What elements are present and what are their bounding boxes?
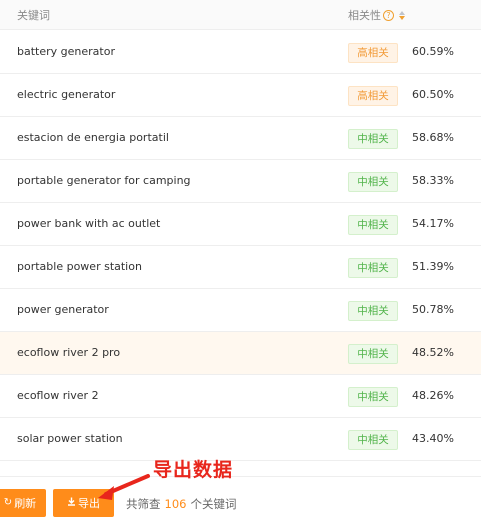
relevance-percent: 54.17%	[412, 217, 454, 230]
help-circle-icon[interactable]: ?	[383, 9, 394, 21]
relevance-badge: 中相关	[348, 172, 398, 192]
relevance-badge: 中相关	[348, 258, 398, 278]
export-data-annotation: 导出数据	[153, 459, 234, 481]
relevance-badge: 中相关	[348, 430, 398, 450]
keyword-cell: ecoflow river 2	[17, 389, 99, 402]
relevance-column-label: 相关性	[348, 9, 381, 22]
refresh-button-label: 刷新	[14, 497, 37, 510]
table-row[interactable]: ecoflow river 2 pro 中相关 48.52%	[0, 332, 481, 375]
refresh-icon: ↻	[3, 497, 13, 508]
relevance-percent: 51.39%	[412, 260, 454, 273]
download-icon	[67, 497, 76, 509]
relevance-column-header[interactable]: 相关性 ?	[348, 7, 405, 23]
relevance-badge: 中相关	[348, 387, 398, 407]
annotation-arrow-icon	[98, 474, 150, 500]
keyword-cell: power bank with ac outlet	[17, 217, 161, 230]
relevance-percent: 43.40%	[412, 432, 454, 445]
relevance-percent: 48.52%	[412, 346, 454, 359]
table-row[interactable]: battery generator 高相关 60.59%	[0, 31, 481, 74]
keyword-cell: ecoflow river 2 pro	[17, 346, 121, 359]
keyword-column-header: 关键词	[17, 9, 50, 22]
table-row[interactable]: portable generator for camping 中相关 58.33%	[0, 160, 481, 203]
relevance-percent: 48.26%	[412, 389, 454, 402]
table-row[interactable]: power generator 中相关 50.78%	[0, 289, 481, 332]
table-body: battery generator 高相关 60.59% electric gener…	[0, 31, 481, 461]
keyword-cell: power generator	[17, 303, 109, 316]
keyword-cell: estacion de energia portatil	[17, 131, 169, 144]
table-row[interactable]: portable power station 中相关 51.39%	[0, 246, 481, 289]
table-row[interactable]: solar power station 中相关 43.40%	[0, 418, 481, 461]
table-row[interactable]: ecoflow river 2 中相关 48.26%	[0, 375, 481, 418]
relevance-badge: 中相关	[348, 129, 398, 149]
table-header: 关键词 相关性 ?	[0, 0, 481, 30]
relevance-badge: 高相关	[348, 86, 398, 106]
sort-icon[interactable]	[399, 10, 405, 20]
keyword-cell: portable power station	[17, 260, 142, 273]
table-row[interactable]: estacion de energia portatil 中相关 58.68%	[0, 117, 481, 160]
relevance-percent: 60.50%	[412, 88, 454, 101]
table-footer: ↻ 刷新 导出 共筛查 106 个关键词	[0, 476, 481, 520]
relevance-percent: 58.33%	[412, 174, 454, 187]
relevance-badge: 高相关	[348, 43, 398, 63]
refresh-button[interactable]: ↻ 刷新	[0, 489, 46, 517]
table-row[interactable]: electric generator 高相关 60.50%	[0, 74, 481, 117]
relevance-percent: 58.68%	[412, 131, 454, 144]
table-row[interactable]: power bank with ac outlet 中相关 54.17%	[0, 203, 481, 246]
relevance-percent: 50.78%	[412, 303, 454, 316]
relevance-percent: 60.59%	[412, 45, 454, 58]
relevance-badge: 中相关	[348, 215, 398, 235]
summary-count: 106	[164, 497, 187, 511]
keyword-cell: solar power station	[17, 432, 123, 445]
relevance-badge: 中相关	[348, 301, 398, 321]
keyword-cell: battery generator	[17, 45, 115, 58]
summary-suffix: 个关键词	[190, 497, 237, 511]
relevance-badge: 中相关	[348, 344, 398, 364]
keyword-cell: electric generator	[17, 88, 116, 101]
keyword-relevance-panel: 关键词 相关性 ? battery generator 高相关 60.59% elec…	[0, 0, 481, 520]
keyword-cell: portable generator for camping	[17, 174, 191, 187]
